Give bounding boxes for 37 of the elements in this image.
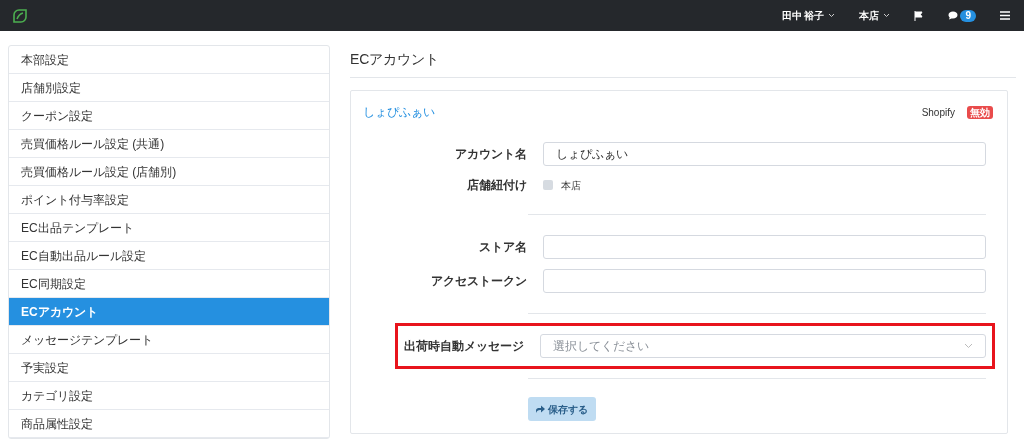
menu-item[interactable]: 売買価格ルール設定 (共通) (9, 130, 329, 158)
field-label: 出荷時自動メッセージ (403, 338, 524, 355)
chevron-down-icon (828, 13, 836, 18)
checkbox[interactable] (543, 180, 553, 190)
account-title: しょぴふぁい (363, 104, 435, 121)
leaf-logo-icon[interactable] (12, 7, 28, 24)
menu-item[interactable]: EC自動出品ルール設定 (9, 242, 329, 270)
menu-item[interactable]: 商品属性設定 (9, 410, 329, 438)
message-count-badge: 9 (960, 9, 976, 22)
status-badge: 無効 (967, 105, 993, 119)
menu-item[interactable]: クーポン設定 (9, 102, 329, 130)
flag-icon[interactable] (914, 10, 925, 21)
menu-item[interactable]: EC出品テンプレート (9, 214, 329, 242)
text-input[interactable]: しょぴふぁい (543, 142, 986, 166)
platform-name: Shopify (921, 105, 955, 120)
field-label: アカウント名 (454, 146, 527, 163)
menu-item[interactable]: カテゴリ設定 (9, 382, 329, 410)
checkbox-label: 本店 (561, 178, 581, 193)
store-menu[interactable]: 本店 (859, 8, 891, 23)
menu-item[interactable]: メッセージテンプレート (9, 326, 329, 354)
page-title: ECアカウント (350, 45, 1016, 78)
field-label: ストア名 (478, 239, 527, 256)
menu-item[interactable]: 本部設定 (9, 46, 329, 74)
menu-item[interactable]: 店舗別設定 (9, 74, 329, 102)
text-input[interactable] (543, 235, 986, 259)
share-arrow-icon (536, 405, 545, 413)
chat-bubble-icon[interactable] (948, 11, 959, 20)
user-menu[interactable]: 田中 裕子 (781, 8, 836, 23)
menu-item[interactable]: ポイント付与率設定 (9, 186, 329, 214)
chevron-down-icon (883, 13, 891, 18)
menu-item[interactable]: 売買価格ルール設定 (店舗別) (9, 158, 329, 186)
field-label: 店舗紐付け (466, 177, 527, 194)
text-input[interactable] (543, 269, 986, 293)
menu-item[interactable]: 予実設定 (9, 354, 329, 382)
chevron-down-icon (964, 343, 973, 349)
field-label: アクセストークン (430, 273, 527, 290)
menu-icon[interactable] (1000, 11, 1010, 20)
